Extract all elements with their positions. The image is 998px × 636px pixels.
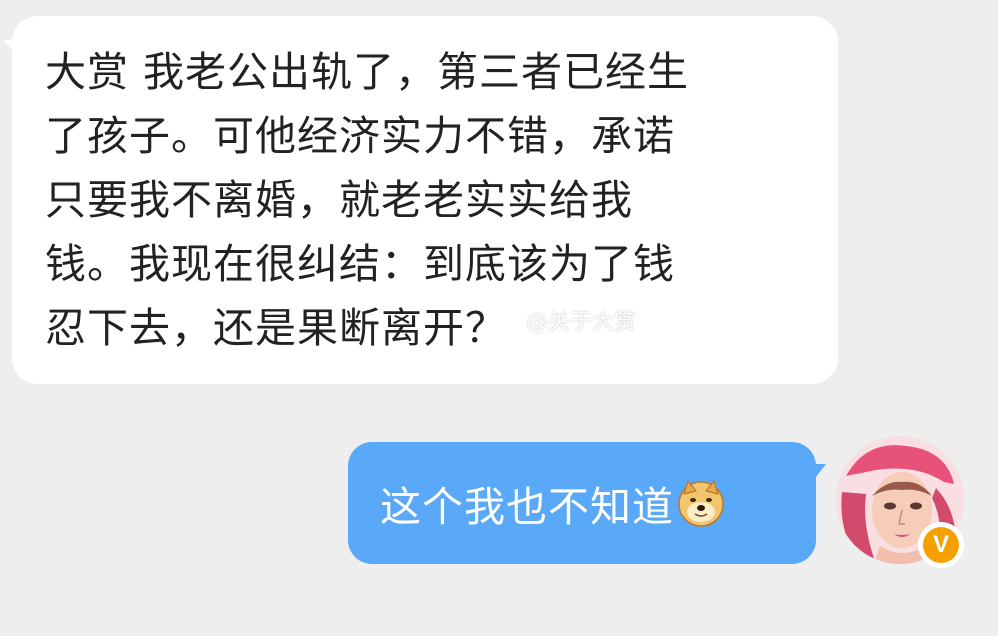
weibo-icon — [498, 312, 520, 329]
incoming-message-bubble[interactable]: 大赏 我老公出轨了，第三者已经生 了孩子。可他经济实力不错，承诺 只要我不离婚，… — [4, 16, 838, 384]
outgoing-message-text: 这个我也不知道 — [380, 483, 674, 531]
verified-badge: V — [918, 522, 964, 568]
doge-icon — [678, 479, 724, 527]
incoming-message-text: 大赏 我老公出轨了，第三者已经生 了孩子。可他经济实力不错，承诺 只要我不离婚，… — [45, 48, 690, 352]
outgoing-message-bubble[interactable]: 这个我也不知道 — [348, 442, 826, 564]
watermark: @关于大赏 — [498, 304, 636, 336]
verified-icon: V — [923, 527, 959, 563]
watermark-text: @关于大赏 — [526, 310, 637, 335]
